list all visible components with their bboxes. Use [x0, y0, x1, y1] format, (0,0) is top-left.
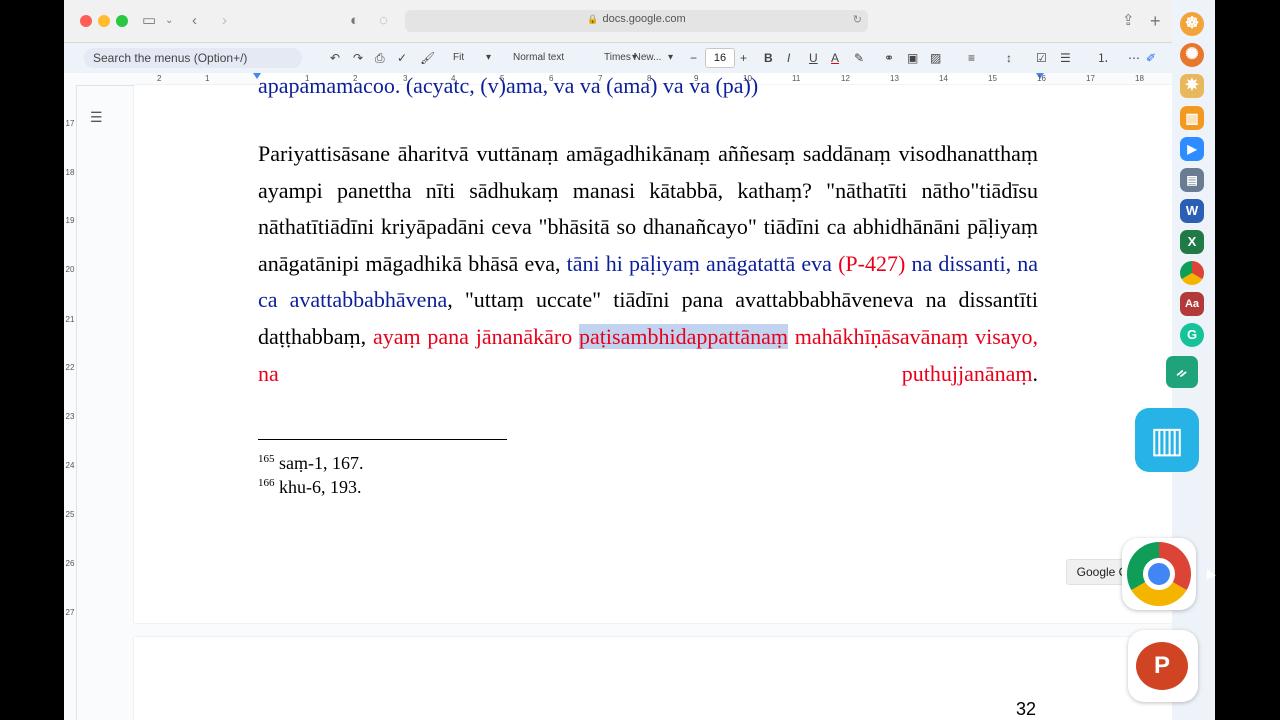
document-outline-icon[interactable]: ☰	[90, 110, 104, 124]
underline-button[interactable]: U	[809, 50, 818, 66]
image-icon[interactable]: ▨	[930, 50, 941, 66]
font-size-input[interactable]: 16	[705, 48, 735, 68]
red-text: (P-427)	[838, 250, 906, 276]
style-select[interactable]: Normal text	[513, 50, 564, 66]
mandala-app-icon[interactable]: ✺	[1180, 43, 1204, 67]
page-number: 32	[1016, 699, 1037, 719]
selected-text[interactable]: paṭisambhidappattānaṃ	[579, 323, 788, 349]
zoom-select[interactable]: Fit	[453, 50, 464, 66]
word-app-icon[interactable]: W	[1180, 199, 1204, 223]
lock-icon: 🔒	[587, 14, 599, 24]
chevron-down-icon: ▾	[486, 52, 492, 63]
url-text: docs.google.com	[602, 13, 686, 25]
chrome-app-icon[interactable]	[1180, 261, 1204, 285]
back-icon[interactable]: ‹	[192, 11, 197, 31]
dragged-app-icon[interactable]: ᨀ	[1166, 356, 1198, 388]
bold-button[interactable]: B	[764, 50, 773, 66]
decrease-font-button[interactable]: −	[690, 50, 697, 66]
more-icon[interactable]: ⋯	[1128, 50, 1140, 66]
text-color-button[interactable]: A	[831, 50, 839, 66]
print-icon[interactable]: ⎙	[375, 50, 385, 66]
comment-icon[interactable]: ▣	[907, 50, 918, 66]
bullet-list-icon[interactable]: ☰	[1060, 50, 1071, 66]
minimize-window-button[interactable]	[98, 15, 110, 27]
extension-icon[interactable]: ◌	[379, 11, 388, 31]
footnote-separator	[258, 439, 507, 440]
document-page[interactable]: 32	[134, 637, 1172, 720]
document-page[interactable]: apapamamacoo. (acyatc, (v)ama, va va (am…	[134, 73, 1172, 623]
close-window-button[interactable]	[80, 15, 92, 27]
blue-text: tāni hi pāḷiyaṃ anāgatattā eva	[566, 250, 832, 276]
new-tab-icon[interactable]: +	[1150, 11, 1161, 31]
undo-icon[interactable]: ↶	[330, 50, 340, 66]
partial-line: apapamamacoo. (acyatc, (v)ama, va va (am…	[258, 73, 759, 98]
redo-icon[interactable]: ↷	[353, 50, 363, 66]
address-bar[interactable]: 🔒 docs.google.com ↻	[405, 10, 868, 32]
italic-button[interactable]: I	[787, 50, 790, 66]
dharma-wheel-app-icon[interactable]: ☸	[1180, 12, 1204, 36]
checklist-icon[interactable]: ☑	[1036, 50, 1047, 66]
docs-toolbar: Search the menus (Option+/) ↶ ↷ ⎙ ✓ 🖌 Fi…	[64, 43, 1172, 73]
footnote[interactable]: 165 saṃ-1, 167.	[258, 453, 364, 474]
red-text: ayaṃ pana jānanākāro	[372, 323, 573, 349]
share-icon[interactable]: ⇪	[1122, 11, 1135, 31]
desktop-edge	[1215, 0, 1280, 720]
sidebar-icon[interactable]: ▭	[142, 11, 156, 31]
line-spacing-icon[interactable]: ↕	[1006, 50, 1012, 66]
scanner-app-icon[interactable]: ▤	[1180, 168, 1204, 192]
books-app-icon[interactable]: ▥	[1180, 106, 1204, 130]
increase-font-button[interactable]: +	[740, 50, 747, 66]
grammarly-app-icon[interactable]: G	[1180, 323, 1204, 347]
chrome-dock-icon[interactable]	[1122, 538, 1196, 610]
footnote[interactable]: 166 khu-6, 193.	[258, 477, 362, 498]
excel-app-icon[interactable]: X	[1180, 230, 1204, 254]
title-bar: ▭ ⌄ ‹ › ◐ ◌ 🔒 docs.google.com ↻ ⇪ +	[64, 0, 1172, 43]
align-icon[interactable]: ≡	[968, 50, 975, 66]
spellcheck-icon[interactable]: ✓	[397, 50, 407, 66]
reload-icon[interactable]: ↻	[853, 13, 862, 26]
star-app-icon[interactable]: ✵	[1180, 74, 1204, 98]
forward-icon[interactable]: ›	[222, 11, 227, 31]
search-menus-input[interactable]: Search the menus (Option+/)	[84, 48, 302, 68]
highlight-icon[interactable]: ✎	[854, 50, 864, 66]
font-select[interactable]: Times New...	[604, 50, 661, 66]
vertical-ruler[interactable]: 17 18 19 20 21 22 23 24 25 26 27	[64, 85, 77, 720]
zoom-app-icon[interactable]: ▶	[1180, 137, 1204, 161]
browser-window: ▭ ⌄ ‹ › ◐ ◌ 🔒 docs.google.com ↻ ⇪ + Searc…	[64, 0, 1172, 720]
paint-format-icon[interactable]: 🖌	[420, 50, 435, 66]
editing-mode-icon[interactable]: ✐	[1146, 50, 1156, 66]
chevron-down-icon: ▾	[668, 52, 674, 63]
powerpoint-dock-icon[interactable]: P	[1128, 630, 1198, 702]
chevron-down-icon[interactable]: ⌄	[165, 11, 173, 31]
dictionary-app-icon[interactable]: Aa	[1180, 292, 1204, 316]
numbered-list-icon[interactable]: ⒈	[1097, 50, 1109, 66]
pages-app-icon[interactable]: ▥	[1135, 408, 1199, 472]
zoom-window-button[interactable]	[116, 15, 128, 27]
body-paragraph[interactable]: Pariyattisāsane āharitvā vuttānaṃ amāgad…	[258, 136, 1038, 392]
link-icon[interactable]: ⚭	[884, 50, 894, 66]
shield-icon[interactable]: ◐	[350, 11, 359, 31]
